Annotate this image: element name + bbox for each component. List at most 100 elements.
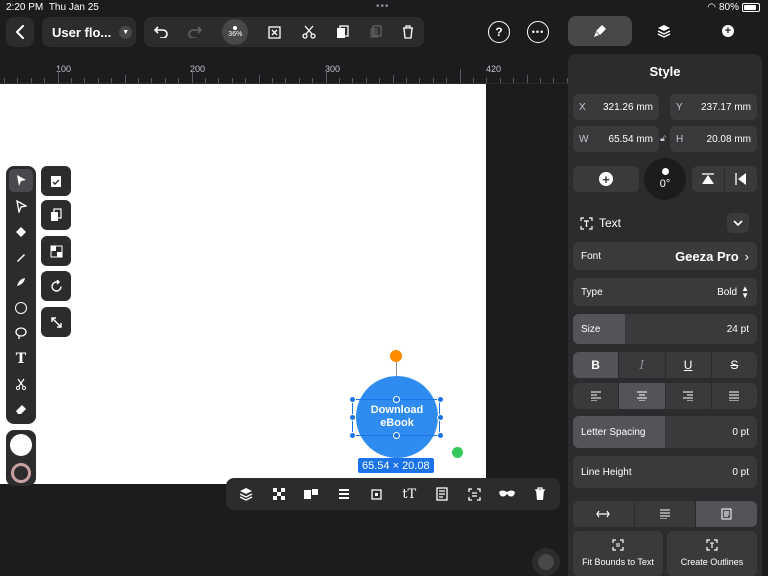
multitask-dots[interactable]: ••• — [376, 1, 390, 12]
flip-vertical-button[interactable] — [692, 166, 725, 192]
bold-button[interactable]: B — [573, 352, 619, 378]
underline-button[interactable]: U — [665, 352, 711, 378]
frame-icon — [371, 488, 382, 500]
shape-tool[interactable] — [9, 296, 33, 319]
lasso-tool[interactable] — [9, 321, 33, 344]
help-icon[interactable]: ? — [488, 21, 510, 43]
fill-color-well[interactable] — [10, 433, 32, 456]
green-handle[interactable] — [452, 447, 463, 458]
text-size-button[interactable]: tT — [397, 482, 421, 506]
panel-title: Style — [649, 64, 681, 79]
align-lines-icon — [339, 489, 350, 499]
align-right-button[interactable] — [665, 383, 711, 409]
scissors-icon[interactable] — [301, 25, 316, 39]
more-icon[interactable]: ••• — [527, 21, 549, 43]
transparency-tool[interactable] — [41, 236, 71, 266]
letter-spacing-slider[interactable]: Letter Spacing 0 pt — [573, 416, 757, 448]
delete-button[interactable] — [528, 482, 552, 506]
paste-icon[interactable] — [369, 25, 382, 39]
arrange-button[interactable] — [234, 482, 258, 506]
floating-action-button[interactable] — [532, 548, 560, 576]
x-field[interactable]: X 321.26 mm — [573, 94, 659, 120]
alignment-segment — [573, 383, 757, 409]
horizontal-ruler[interactable]: 100 200 300 420 — [0, 58, 568, 84]
h-field[interactable]: H 20.08 mm — [670, 126, 757, 152]
origin-button[interactable]: + — [573, 166, 639, 192]
type-row[interactable]: Type Bold ▲ ▼ — [573, 278, 757, 306]
vector-brush-icon — [17, 278, 25, 287]
text-tool[interactable]: T — [9, 347, 33, 370]
duplicate-tool[interactable] — [41, 200, 71, 230]
create-outlines-button[interactable]: Create Outlines — [667, 531, 757, 576]
undo-icon[interactable] — [154, 26, 168, 38]
y-field[interactable]: Y 237.17 mm — [670, 94, 757, 120]
stroke-color-well[interactable] — [11, 462, 31, 483]
horizontal-arrows-icon — [596, 510, 611, 518]
align-button[interactable] — [332, 482, 356, 506]
fixed-box-button[interactable] — [696, 501, 757, 527]
size-slider[interactable]: Size 24 pt — [573, 314, 757, 344]
align-center-button[interactable] — [619, 383, 665, 409]
scale-tool[interactable] — [41, 307, 71, 337]
fit-bounds-to-text-button[interactable]: Fit Bounds to Text — [573, 531, 663, 576]
group-button[interactable] — [299, 482, 323, 506]
zoom-indicator[interactable]: 36% — [222, 19, 249, 45]
w-field[interactable]: W 65.54 mm — [573, 126, 659, 152]
ruler-tick — [4, 78, 5, 83]
brush-tool[interactable] — [9, 271, 33, 294]
rotate-icon — [50, 279, 62, 292]
auto-width-button[interactable] — [573, 501, 634, 527]
document-title-button[interactable]: User flo... ▼ — [42, 17, 136, 47]
eraser-tool[interactable] — [9, 398, 33, 421]
color-wells — [6, 430, 36, 486]
ruler-tick — [540, 78, 541, 83]
ruler-tick — [312, 78, 314, 83]
rotate-tool[interactable] — [41, 271, 71, 301]
opacity-button[interactable] — [267, 482, 291, 506]
resize-handle[interactable] — [393, 396, 400, 403]
copy-icon[interactable] — [336, 25, 349, 39]
align-left-button[interactable] — [573, 383, 619, 409]
font-row[interactable]: Font Geeza Pro › — [573, 242, 757, 270]
flip-horizontal-button[interactable] — [725, 166, 757, 192]
text-frame-button[interactable] — [430, 482, 454, 506]
resize-handle[interactable] — [393, 432, 400, 439]
flip-vertical-icon — [702, 173, 714, 184]
tab-style[interactable] — [568, 16, 632, 46]
fit-bounds-button[interactable] — [462, 482, 486, 506]
resize-handle[interactable] — [437, 414, 444, 421]
strikethrough-button[interactable]: S — [711, 352, 757, 378]
line-height-slider[interactable]: Line Height 0 pt — [573, 456, 757, 488]
rotation-handle[interactable] — [390, 350, 402, 362]
resize-handle[interactable] — [349, 396, 356, 403]
group-icon — [304, 489, 319, 499]
ruler-tick — [285, 78, 287, 83]
clipboard-tool[interactable] — [41, 166, 71, 196]
resize-handle[interactable] — [349, 414, 356, 421]
scissors-tool[interactable] — [9, 372, 33, 395]
auto-height-button[interactable] — [634, 501, 696, 527]
redo-icon[interactable] — [188, 26, 203, 38]
lock-icon[interactable]: 🔓︎ — [660, 133, 666, 144]
trash-icon[interactable] — [402, 25, 414, 39]
mask-button[interactable] — [495, 482, 519, 506]
tab-layers[interactable] — [632, 16, 696, 46]
rotation-dial[interactable]: 0° — [644, 158, 686, 200]
resize-handle[interactable] — [437, 432, 444, 439]
pen-icon — [16, 226, 26, 237]
tab-add[interactable]: + — [696, 16, 760, 46]
pen-tool[interactable] — [9, 220, 33, 243]
italic-button[interactable]: I — [619, 352, 665, 378]
collapse-text-button[interactable] — [727, 213, 749, 233]
pencil-tool[interactable] — [9, 245, 33, 268]
resize-handle[interactable] — [437, 396, 444, 403]
select-tool[interactable] — [9, 169, 33, 193]
node-pointer-icon — [15, 199, 27, 213]
deselect-icon[interactable] — [268, 25, 282, 39]
ruler-tick — [30, 78, 32, 83]
frame-button[interactable] — [365, 482, 389, 506]
justify-button[interactable] — [711, 383, 757, 409]
resize-handle[interactable] — [349, 432, 356, 439]
back-button[interactable] — [6, 17, 34, 47]
direct-select-tool[interactable] — [9, 194, 33, 217]
